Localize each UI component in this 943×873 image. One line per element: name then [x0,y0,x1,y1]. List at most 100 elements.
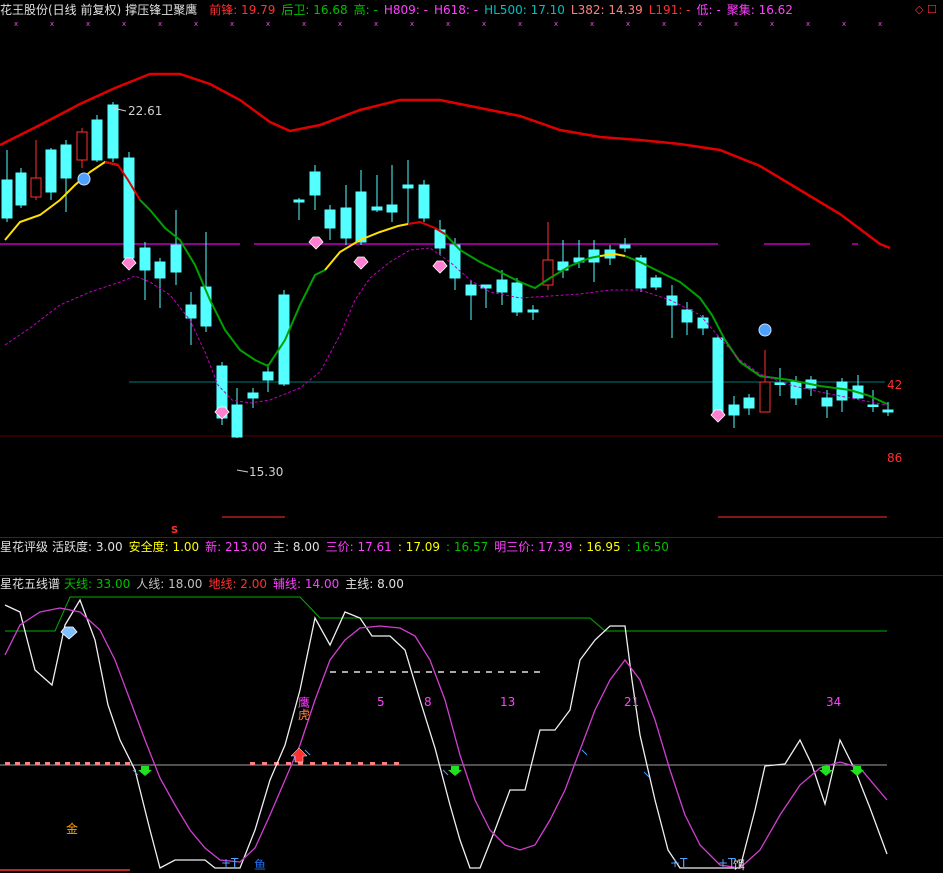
low-price-label: 15.30 [249,465,284,479]
marker-dot: x [626,20,630,28]
sell-arrow [138,766,152,776]
fish-mark [105,762,110,765]
plus-t-label-3: +T [718,856,736,870]
candle-body [759,381,771,413]
count-13: 13 [500,695,516,709]
ma-red-1 [104,161,141,201]
fish-mark [286,762,291,765]
marker-dot: x [194,20,198,28]
five-line-values: 天线: 33.00 人线: 18.00 地线: 2.00 辅线: 14.00 主线: 8… [64,577,410,591]
fish-mark [115,762,120,765]
trend-arrow [442,769,449,776]
marker-dot: x [86,20,90,28]
rating-item-7: 明三价: 17.39 [494,540,573,554]
rating-item-9: : 16.50 [626,540,669,554]
marker-dot: x [770,20,774,28]
rating-title[interactable]: 星花评级 [0,540,48,554]
fish-mark [75,762,80,765]
fish-mark [250,762,255,765]
high-price-label: 22.61 [128,104,163,118]
marker-dot: x [338,20,342,28]
gold-glyph: 金 [66,822,79,836]
marker-dot: x [50,20,54,28]
candle-body [743,397,755,409]
candle-body [836,381,848,401]
candle-body [231,404,243,438]
marker-dot: x [842,20,846,28]
five-line-item-4: 主线: 8.00 [345,577,404,591]
fish-glyph: 鱼 [254,858,267,872]
fish-mark [85,762,90,765]
ma-green-1 [139,199,326,368]
candle-body [650,277,662,288]
candle-body [790,381,802,399]
five-line-title[interactable]: 星花五线谱 [0,577,60,591]
candle-body [480,284,492,289]
price-chart[interactable]: xxxxxxxxxxxxxxxxxxxxxxxxx [0,0,943,538]
trend-arrow [581,749,588,756]
fish-mark [55,762,60,765]
fish-mark [346,762,351,765]
candle-body [76,131,88,161]
rating-values: 活跃度: 3.00 安全度: 1.00 新: 213.00 主: 8.00 三价: 17… [52,540,675,554]
marker-dot: x [590,20,594,28]
five-line-header: 星花五线谱 天线: 33.00 人线: 18.00 地线: 2.00 辅线: 14.00… [0,576,943,593]
fish-mark [370,762,375,765]
marker-dot: x [662,20,666,28]
fish-mark [334,762,339,765]
panel-divider-1 [0,537,943,538]
diamond-marker [353,256,369,270]
rating-item-3: 主: 8.00 [273,540,320,554]
fish-mark [65,762,70,765]
candle-body [185,304,197,319]
fish-mark [35,762,40,765]
candle-body [712,337,724,417]
rating-item-6: : 16.57 [446,540,489,554]
sell-arrow [819,766,833,776]
fish-mark [382,762,387,765]
count-34: 34 [826,695,842,709]
candle-body [371,206,383,211]
fish-mark [298,762,303,765]
marker-dot: x [698,20,702,28]
low-leader [236,469,249,473]
marker-dot: x [446,20,450,28]
signal-ball [758,323,772,337]
candle-body [324,209,336,229]
candle-body [728,404,740,416]
candle-body [619,244,631,249]
trend-arrow [643,771,650,778]
candle-body [123,157,135,259]
marker-dot: x [266,20,270,28]
count-21: 21 [624,695,640,709]
rating-item-4: 三价: 17.61 [325,540,392,554]
candle-body [262,371,274,381]
candle-body [154,261,166,279]
sell-arrow [448,766,462,776]
candle-body [91,119,103,161]
diamond-marker [710,409,726,423]
candle-body [666,295,678,306]
diamond-marker [121,257,137,271]
fish-mark [310,762,315,765]
candle-body [60,144,72,179]
diamond-marker [432,260,448,274]
candle-body [465,284,477,296]
fish-mark [322,762,327,765]
candle-body [309,171,321,196]
candle-body [45,149,57,193]
candle-body [402,184,414,189]
marker-dot: x [734,20,738,28]
marker-dot: x [554,20,558,28]
rating-item-1: 安全度: 1.00 [128,540,200,554]
rating-item-0: 活跃度: 3.00 [52,540,123,554]
count-5: 5 [377,695,385,709]
marker-dot: x [518,20,522,28]
marker-dot: x [878,20,882,28]
marker-dot: x [410,20,414,28]
marker-dot: x [302,20,306,28]
fish-mark [45,762,50,765]
buy-arrow [290,747,308,763]
fish-mark [274,762,279,765]
plus-t-label-2: +T [670,856,688,870]
